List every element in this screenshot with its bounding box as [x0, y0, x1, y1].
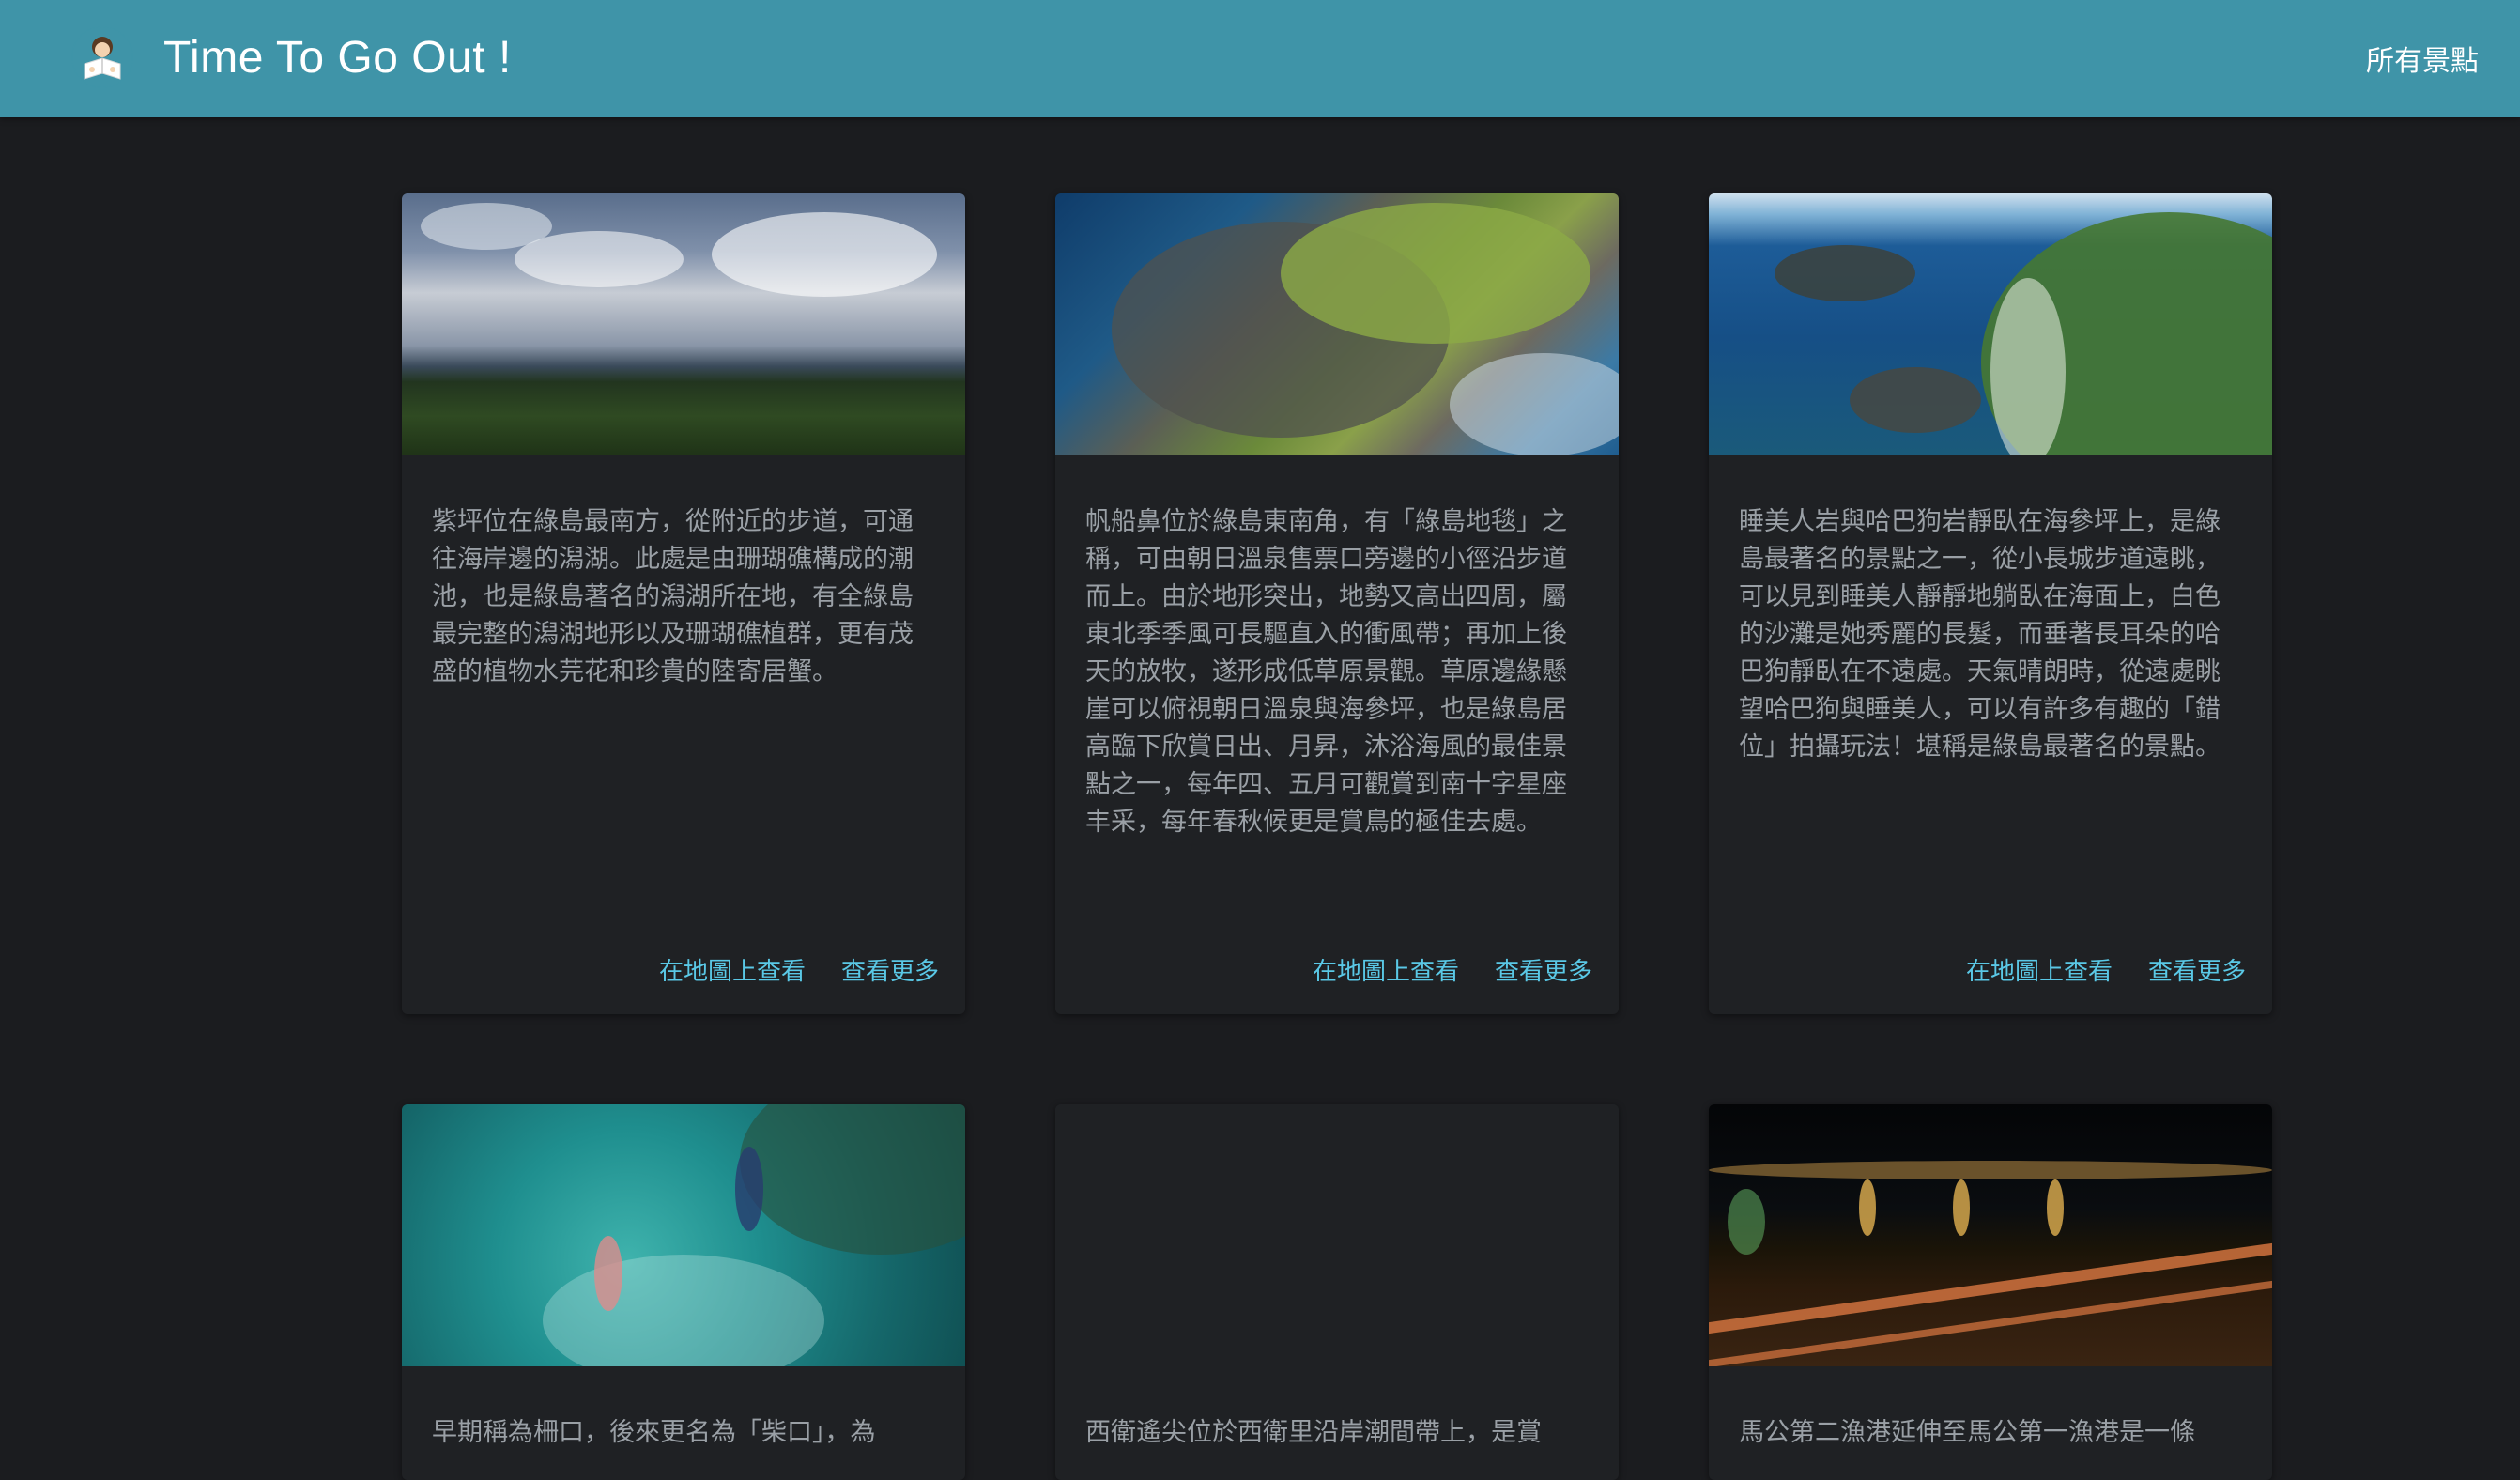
attraction-card: 紫坪位在綠島最南方，從附近的步道，可通往海岸邊的潟湖。此處是由珊瑚礁構成的潮池，…	[402, 193, 965, 1014]
card-actions: 在地圖上查看 查看更多	[659, 952, 939, 987]
view-on-map-link[interactable]: 在地圖上查看	[1966, 952, 2113, 987]
card-actions: 在地圖上查看 查看更多	[1313, 952, 1592, 987]
attraction-card: 早期稱為柵口，後來更名為「柴口」，為	[402, 1104, 965, 1480]
attraction-card: 西衛遙尖位於西衛里沿岸潮間帶上，是賞	[1055, 1104, 1619, 1480]
attraction-card: 帆船鼻位於綠島東南角，有「綠島地毯」之稱，可由朝日溫泉售票口旁邊的小徑沿步道而上…	[1055, 193, 1619, 1014]
view-more-link[interactable]: 查看更多	[2148, 952, 2246, 987]
view-more-link[interactable]: 查看更多	[841, 952, 939, 987]
attraction-photo	[1709, 193, 2272, 455]
attraction-description: 早期稱為柵口，後來更名為「柴口」，為	[432, 1418, 876, 1447]
brand-title: Time To Go Out !	[163, 32, 512, 83]
attraction-photo	[402, 193, 965, 455]
card-actions: 在地圖上查看 查看更多	[1966, 952, 2246, 987]
attraction-description: 紫坪位在綠島最南方，從附近的步道，可通往海岸邊的潟湖。此處是由珊瑚礁構成的潮池，…	[432, 507, 914, 686]
attraction-photo	[1055, 193, 1619, 455]
nav-link-all-spots[interactable]: 所有景點	[2366, 38, 2479, 79]
attraction-description: 西衛遙尖位於西衛里沿岸潮間帶上，是賞	[1085, 1418, 1542, 1447]
attraction-description: 帆船鼻位於綠島東南角，有「綠島地毯」之稱，可由朝日溫泉售票口旁邊的小徑沿步道而上…	[1085, 507, 1567, 837]
navbar: Time To Go Out ! 所有景點	[0, 0, 2520, 117]
view-more-link[interactable]: 查看更多	[1495, 952, 1592, 987]
attraction-photo	[402, 1104, 965, 1366]
view-on-map-link[interactable]: 在地圖上查看	[659, 952, 806, 987]
attraction-description: 睡美人岩與哈巴狗岩靜臥在海參坪上，是綠島最著名的景點之一，從小長城步道遠眺，可以…	[1739, 507, 2220, 762]
reading-person-logo-icon	[71, 26, 133, 88]
attraction-card: 睡美人岩與哈巴狗岩靜臥在海參坪上，是綠島最著名的景點之一，從小長城步道遠眺，可以…	[1709, 193, 2272, 1014]
attraction-photo	[1055, 1104, 1619, 1366]
attraction-card: 馬公第二漁港延伸至馬公第一漁港是一條	[1709, 1104, 2272, 1480]
attraction-photo	[1709, 1104, 2272, 1366]
view-on-map-link[interactable]: 在地圖上查看	[1313, 952, 1459, 987]
brand-home-link[interactable]: Time To Go Out !	[71, 26, 512, 88]
attraction-description: 馬公第二漁港延伸至馬公第一漁港是一條	[1739, 1418, 2195, 1447]
